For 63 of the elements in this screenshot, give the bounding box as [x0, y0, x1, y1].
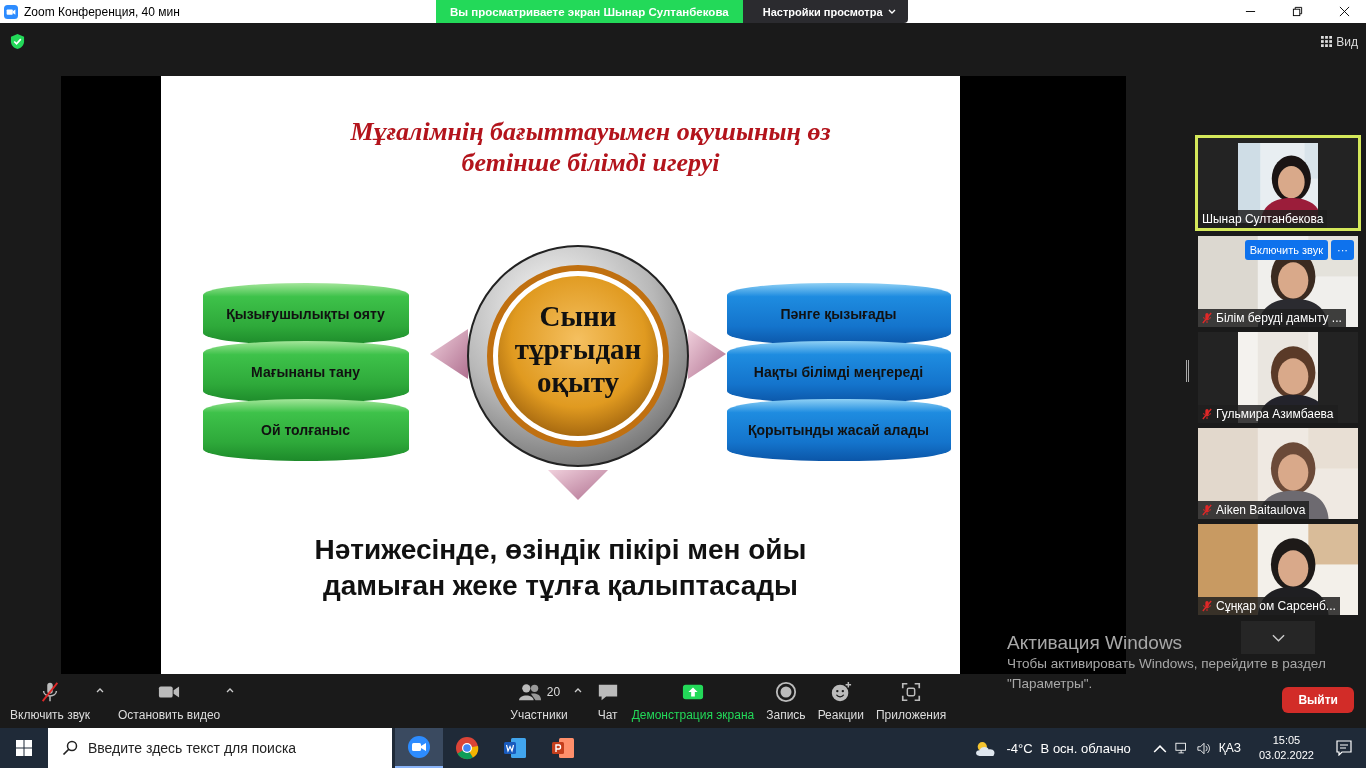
view-options-button[interactable]: Настройки просмотра [742, 0, 908, 23]
stack-layer: Қорытынды жасай алады [726, 399, 951, 461]
video-camera-icon [407, 735, 431, 759]
stack-layer: Пәнге қызығады [726, 283, 951, 345]
leave-button[interactable]: Выйти [1282, 687, 1354, 713]
close-icon[interactable] [1339, 6, 1350, 17]
clock[interactable]: 15:05 03.02.2022 [1258, 733, 1314, 763]
toolbar-button[interactable]: Чат [589, 676, 626, 726]
language-indicator[interactable]: ҚАЗ [1218, 741, 1241, 755]
slide-conclusion: Нәтижесінде, өзіндік пікірі мен ойы дамыған жеке тұлға қалыптасады [314, 533, 807, 603]
toolbar-button[interactable]: Запись [760, 676, 812, 726]
participant-name: Шынар Султанбекова [1202, 212, 1324, 226]
temperature: -4°C [1006, 740, 1033, 756]
toolbar-button[interactable]: Включить звук [4, 676, 97, 726]
browser-icon [455, 736, 479, 760]
slide-title: Мұғалімнің бағыттауымен оқушының өз бетінше білімді игеруі [350, 116, 831, 178]
weather-text: В осн. облачно [1040, 740, 1131, 756]
speaker-icon[interactable] [1196, 741, 1211, 755]
stack-layer: Мағынаны тану [202, 341, 409, 403]
panel-resize-handle[interactable] [1186, 360, 1189, 382]
video-camera-icon [4, 4, 18, 19]
participant-tile[interactable]: Aiken Baitaulova [1198, 428, 1358, 519]
activation-title: Активация Windows [1007, 632, 1183, 654]
participant-name: Сұңқар ом Сарсенб... [1216, 599, 1336, 613]
participant-tile[interactable]: Сұңқар ом Сарсенб... [1198, 524, 1358, 615]
toolbar-button[interactable]: 20 Участники [504, 676, 574, 726]
network-icon[interactable] [1174, 741, 1189, 755]
toolbar-button[interactable]: Остановить видео [112, 676, 227, 726]
time: 15:05 [1272, 733, 1301, 748]
toolbar-button[interactable]: Реакции [811, 676, 870, 726]
stack-layer: Ой толғаныс [202, 399, 409, 461]
date: 03.02.2022 [1258, 748, 1314, 763]
participant-name: Aiken Baitaulova [1216, 503, 1306, 517]
restore-icon[interactable] [1292, 6, 1303, 17]
search-icon [62, 740, 78, 756]
participant-name: Білім беруді дамыту ... [1216, 311, 1342, 325]
participant-name: Гульмира Азимбаева [1216, 407, 1334, 421]
caret-icon[interactable] [573, 686, 582, 693]
more-button[interactable]: ··· [1331, 240, 1354, 260]
participant-count: 20 [546, 684, 561, 699]
taskbar-app[interactable] [395, 728, 443, 768]
document-app-icon [503, 736, 527, 760]
record-icon [773, 680, 798, 703]
toolbar-button[interactable]: Демонстрация экрана [625, 676, 761, 726]
participant-tile[interactable]: Включить звук ··· Білім беруді дамыту ... [1198, 236, 1358, 327]
grid-icon [1321, 36, 1333, 47]
windows-start-icon[interactable] [16, 740, 32, 756]
caret-icon [887, 8, 896, 15]
participant-tile[interactable]: Гульмира Азимбаева [1198, 332, 1358, 423]
caret-icon[interactable] [96, 686, 105, 693]
share-banner: Вы просматриваете экран Шынар Султанбекова [436, 0, 743, 23]
unmute-button[interactable]: Включить звук [1244, 240, 1328, 260]
participant-tile[interactable]: Шынар Султанбекова [1195, 135, 1361, 231]
stack-layer: Қызығушылықты ояту [202, 283, 409, 345]
presentation-app-icon [551, 736, 575, 760]
toolbar-button[interactable]: Приложения [870, 676, 953, 726]
view-button[interactable]: Вид [1321, 34, 1358, 49]
window-title: Zoom Конференция, 40 мин [24, 4, 180, 19]
caret-icon[interactable] [226, 686, 235, 693]
shield-icon[interactable] [10, 33, 25, 50]
chevron-down-icon [1271, 633, 1285, 642]
taskbar-search-field[interactable]: Введите здесь текст для поиска [48, 728, 392, 768]
notification-icon[interactable] [1336, 740, 1352, 756]
